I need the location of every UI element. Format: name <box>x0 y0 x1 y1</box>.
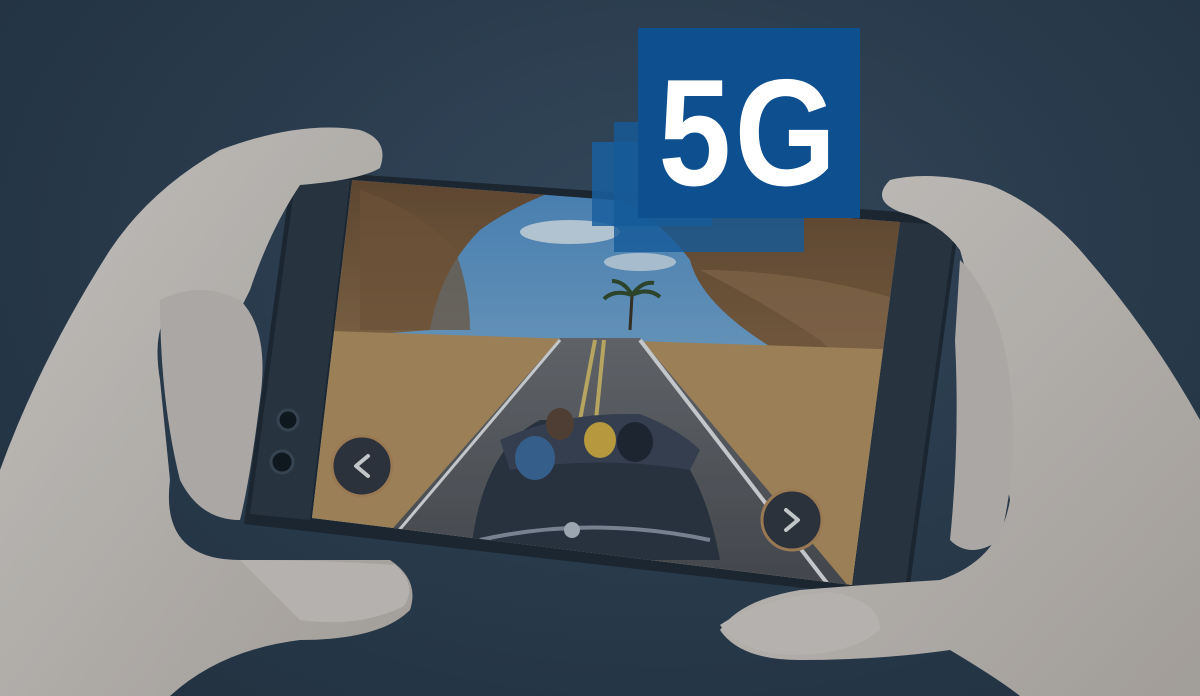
5g-badge: 5G <box>592 28 860 252</box>
left-control-button[interactable] <box>330 434 394 498</box>
5g-label: 5G <box>658 48 840 218</box>
front-camera <box>276 408 300 432</box>
photo-scene <box>0 0 1200 696</box>
right-control-button[interactable] <box>760 488 824 552</box>
front-sensor <box>269 449 295 475</box>
